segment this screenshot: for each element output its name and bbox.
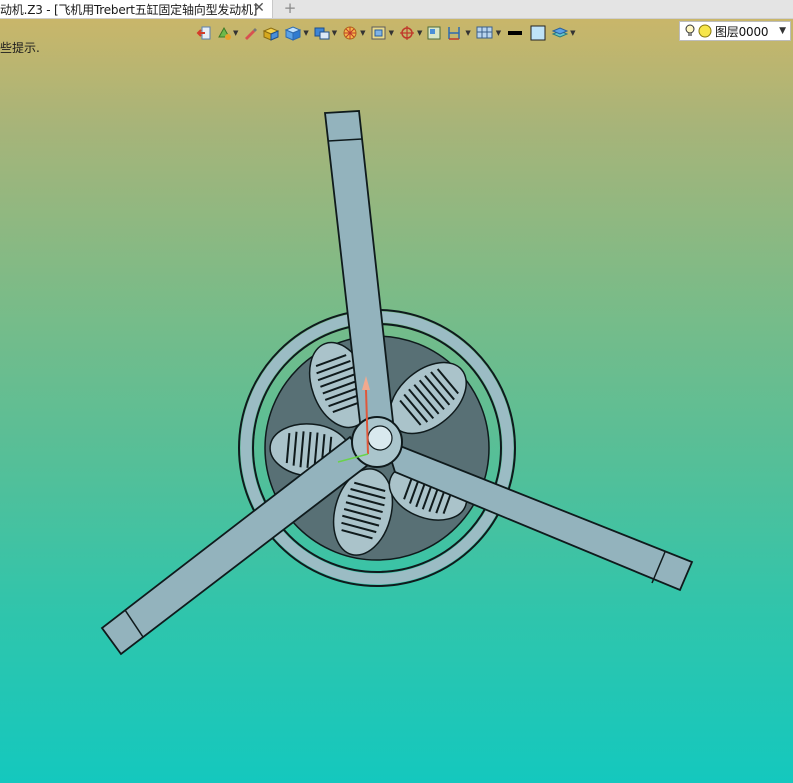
close-tab-icon[interactable]: ✕ (252, 0, 266, 18)
document-tab-bar: 动机.Z3 - [飞机用Trebert五缸固定轴向型发动机] ✕ + (0, 0, 793, 19)
3d-viewport[interactable]: 些提示. ▼ ▼ ▼ ▼ ▼ ▼ ▼ ▼ ▼ 图层0000 ▼ (0, 19, 793, 783)
document-tab-title: 动机.Z3 - [飞机用Trebert五缸固定轴向型发动机] (0, 2, 258, 17)
engine-model[interactable] (0, 19, 793, 783)
document-tab[interactable]: 动机.Z3 - [飞机用Trebert五缸固定轴向型发动机] ✕ (0, 0, 273, 18)
new-tab-icon[interactable]: + (283, 0, 297, 18)
